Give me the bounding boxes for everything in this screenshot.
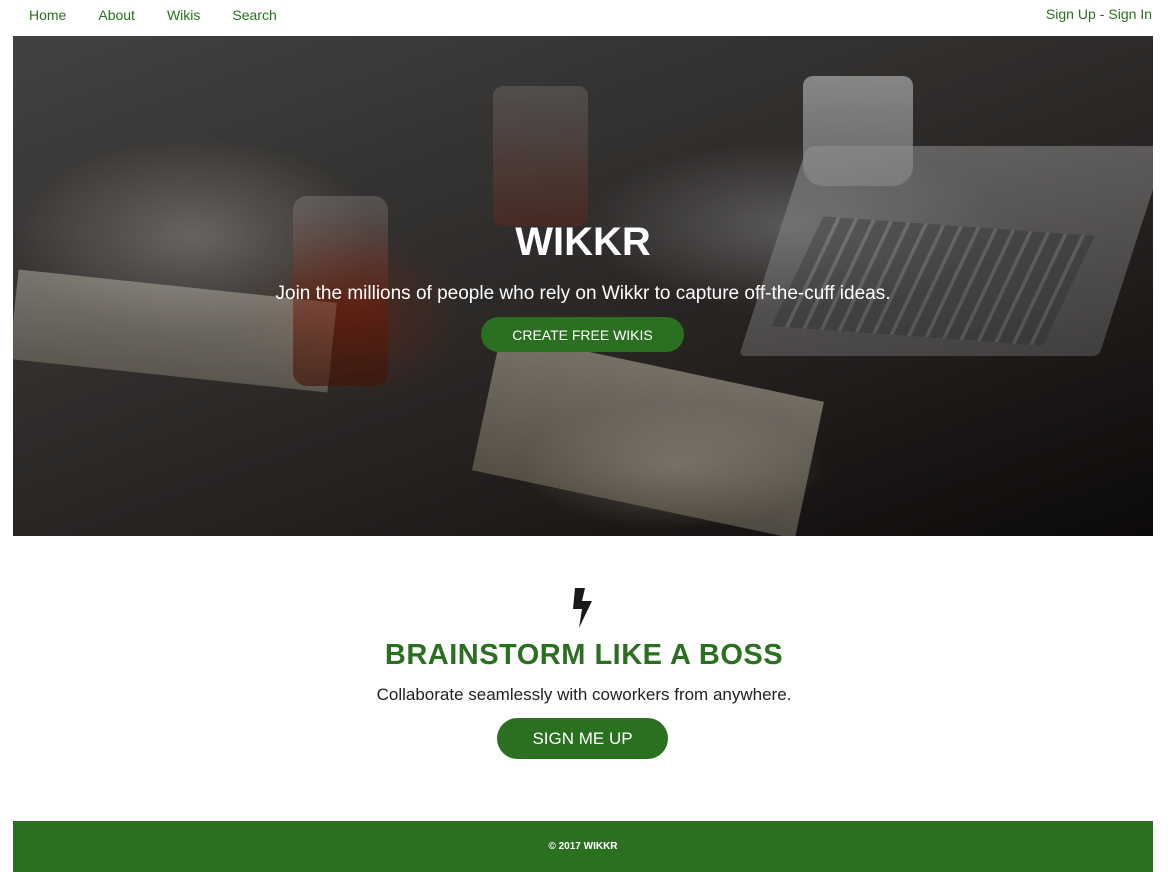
- sign-me-up-button[interactable]: SIGN ME UP: [497, 718, 668, 759]
- hero-title: WIKKR: [515, 220, 651, 264]
- nav-links: Home About Wikis Search: [13, 6, 293, 24]
- nav-link-about[interactable]: About: [82, 6, 151, 24]
- sign-in-link[interactable]: Sign In: [1108, 6, 1152, 22]
- auth-separator: -: [1099, 6, 1105, 22]
- lightning-bolt-icon: [573, 588, 592, 628]
- footer: © 2017 WIKKR: [13, 821, 1153, 872]
- navbar: Home About Wikis Search Sign Up - Sign In: [0, 0, 1168, 36]
- footer-copyright: © 2017 WIKKR: [548, 841, 618, 852]
- hero-subtitle: Join the millions of people who rely on …: [275, 283, 891, 304]
- nav-link-search[interactable]: Search: [216, 6, 292, 24]
- feature-title: BRAINSTORM LIKE A BOSS: [384, 639, 784, 671]
- hero-banner: WIKKR Join the millions of people who re…: [13, 36, 1153, 536]
- auth-links: Sign Up - Sign In: [1046, 5, 1152, 23]
- nav-link-wikis[interactable]: Wikis: [151, 6, 216, 24]
- create-free-wikis-button[interactable]: CREATE FREE WIKIS: [481, 317, 684, 352]
- nav-link-home[interactable]: Home: [13, 6, 82, 24]
- sign-up-link[interactable]: Sign Up: [1046, 6, 1096, 22]
- feature-subtitle: Collaborate seamlessly with coworkers fr…: [376, 685, 792, 704]
